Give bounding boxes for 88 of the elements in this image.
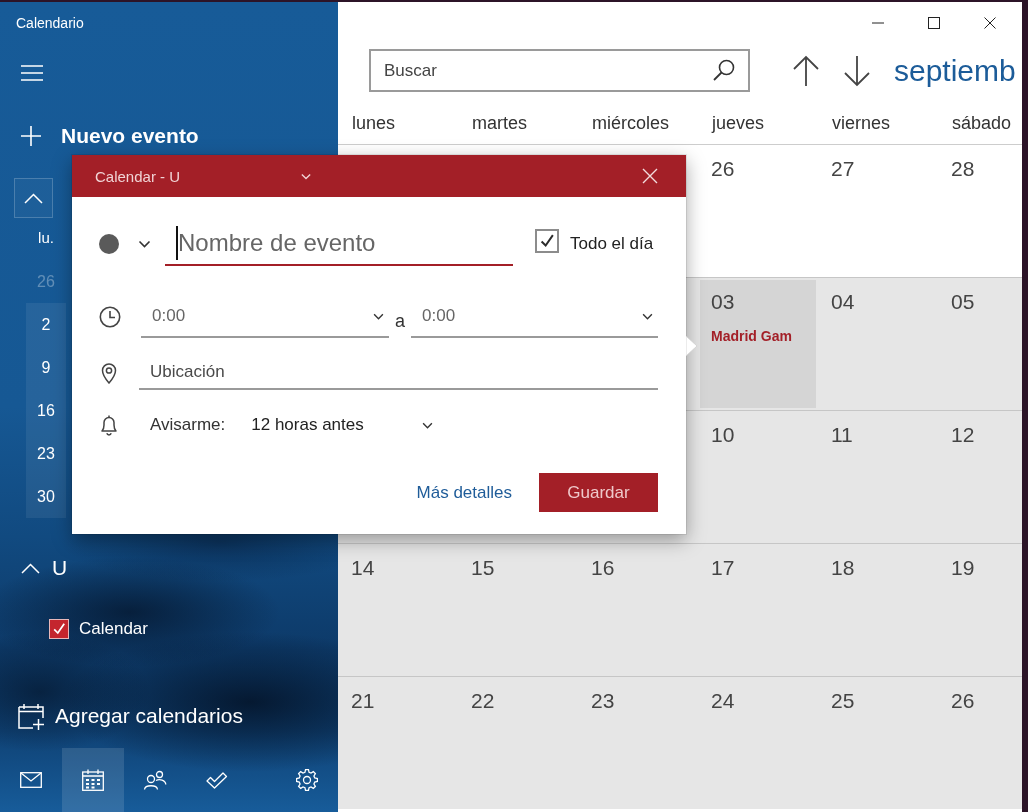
bell-icon — [99, 414, 119, 436]
checkmark-icon — [206, 771, 228, 789]
event-title[interactable]: Madrid Gam — [711, 328, 792, 344]
clock-icon — [99, 306, 121, 328]
checkmark-icon — [51, 621, 67, 637]
chevron-down-icon — [301, 172, 311, 180]
next-button[interactable] — [843, 53, 871, 88]
day-number: 15 — [471, 556, 495, 580]
previous-month-button[interactable] — [14, 178, 53, 218]
day-number: 22 — [471, 689, 495, 713]
day-number: 25 — [831, 689, 855, 713]
calendar-checkbox[interactable] — [49, 619, 69, 639]
chevron-up-icon — [24, 192, 43, 204]
day-number: 26 — [711, 157, 735, 181]
mail-icon — [20, 772, 42, 788]
reminder-select[interactable]: 12 horas antes — [251, 415, 434, 435]
chevron-down-icon — [373, 312, 384, 320]
day-number: 11 — [831, 423, 853, 447]
day-number: 05 — [951, 290, 975, 314]
maximize-icon — [928, 17, 940, 29]
weekday-header: lunes — [351, 113, 397, 135]
weekday-header: sábado — [951, 113, 1013, 135]
calendar-add-icon — [18, 702, 44, 730]
day-number: 04 — [831, 290, 855, 314]
plus-icon — [21, 126, 41, 146]
day-number: 16 — [591, 556, 615, 580]
chevron-down-icon — [422, 421, 434, 429]
calendar-icon — [82, 769, 104, 791]
arrow-down-icon — [843, 54, 871, 87]
day-number: 14 — [351, 556, 375, 580]
calendar-button[interactable] — [62, 748, 124, 812]
mini-calendar-day[interactable]: 23 — [26, 432, 66, 475]
day-number: 24 — [711, 689, 735, 713]
day-number: 17 — [711, 556, 735, 580]
calendar-select[interactable]: Calendar - U — [72, 155, 322, 197]
month-title: septiemb — [894, 52, 1016, 89]
mini-calendar-day[interactable]: 2 — [26, 303, 66, 346]
time-separator: a — [395, 310, 405, 332]
account-toggle[interactable]: U — [21, 553, 68, 583]
settings-icon — [296, 769, 318, 791]
mini-calendar-day[interactable]: 16 — [26, 389, 66, 432]
weekday-header: martes — [471, 113, 528, 135]
app-title: Calendario — [15, 14, 85, 33]
day-number: 18 — [831, 556, 855, 580]
new-event-button[interactable]: Nuevo evento — [0, 114, 209, 158]
chevron-up-icon — [21, 562, 40, 574]
people-icon — [143, 770, 167, 790]
chevron-down-icon — [137, 240, 151, 248]
location-field[interactable]: Ubicación — [139, 356, 658, 390]
close-icon — [984, 17, 996, 29]
day-number: 21 — [351, 689, 375, 713]
location-pin-icon — [101, 362, 117, 384]
day-number: 23 — [591, 689, 615, 713]
minimize-icon — [872, 22, 884, 24]
color-dot-icon — [99, 234, 119, 254]
add-calendars-button[interactable]: Agregar calendarios — [18, 700, 243, 732]
day-number: 03 — [711, 290, 735, 314]
search-field[interactable]: Buscar — [369, 49, 750, 92]
end-time-select[interactable]: 0:00 — [411, 296, 658, 338]
mini-calendar-day[interactable]: 30 — [26, 475, 66, 518]
checkmark-icon — [538, 232, 556, 250]
day-number: 26 — [951, 689, 975, 713]
day-cell[interactable]: 03 Madrid Gam — [700, 280, 816, 408]
chevron-down-icon — [642, 312, 653, 320]
all-day-label[interactable]: Todo el día — [570, 234, 654, 254]
calendar-label[interactable]: Calendar — [79, 619, 148, 639]
close-icon — [642, 168, 658, 184]
event-name-field[interactable]: Nombre de evento — [165, 222, 513, 266]
save-button[interactable]: Guardar — [539, 473, 658, 512]
weekday-header: miércoles — [591, 113, 671, 135]
all-day-checkbox[interactable] — [535, 229, 559, 253]
mini-calendar-day[interactable]: 9 — [26, 346, 66, 389]
day-number: 10 — [711, 423, 735, 447]
day-number: 12 — [951, 423, 975, 447]
day-number: 27 — [831, 157, 855, 181]
weekday-header: viernes — [831, 113, 892, 135]
day-number: 28 — [951, 157, 975, 181]
reminder-label: Avisarme: — [150, 415, 226, 435]
previous-button[interactable] — [792, 53, 820, 88]
weekday-header: jueves — [710, 113, 766, 135]
more-details-link[interactable]: Más detalles — [416, 482, 512, 503]
day-number: 19 — [951, 556, 975, 580]
arrow-up-icon — [792, 54, 820, 87]
menu-icon — [21, 65, 43, 81]
start-time-select[interactable]: 0:00 — [141, 296, 389, 338]
weekday-label: lu. — [37, 228, 55, 248]
search-icon — [713, 59, 735, 81]
search-button[interactable] — [712, 58, 736, 82]
